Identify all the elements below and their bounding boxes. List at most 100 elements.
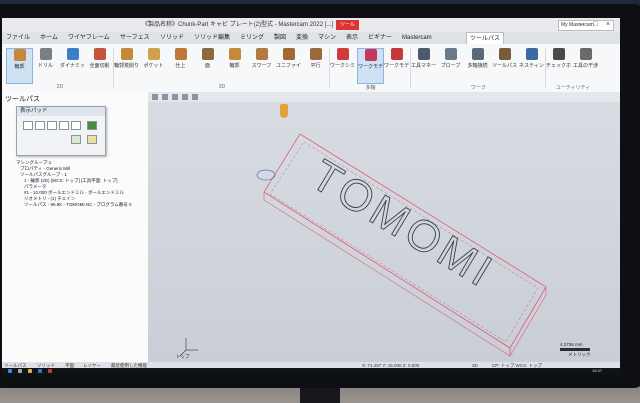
ribbon-button-label: 輪郭 bbox=[14, 64, 25, 70]
dynamic-icon bbox=[66, 48, 79, 60]
ribbon-button-19[interactable]: ネスティング bbox=[519, 48, 544, 82]
pocket-icon bbox=[120, 48, 133, 60]
swarf-icon bbox=[255, 48, 268, 60]
search-icon[interactable] bbox=[18, 369, 22, 373]
ribbon-button-2[interactable]: ダイナミック bbox=[60, 48, 85, 82]
ribbon-button-label: 全面切削 bbox=[89, 63, 110, 69]
regenerate-icon[interactable] bbox=[35, 121, 45, 130]
verify-icon[interactable] bbox=[47, 121, 57, 130]
tab-10[interactable]: 表示 bbox=[346, 32, 358, 44]
drill-icon bbox=[39, 48, 52, 60]
ribbon-button-label: ポケット bbox=[143, 63, 164, 69]
face-icon bbox=[93, 48, 106, 60]
panel-title: ツールパス bbox=[5, 96, 40, 103]
ribbon-button-4[interactable]: 輪郭荒削り bbox=[114, 48, 139, 82]
tab-5[interactable]: ソリッド編集 bbox=[194, 32, 230, 44]
ribbon-button-13[interactable]: ワークモデル bbox=[357, 48, 384, 84]
pocket2-icon bbox=[147, 48, 160, 60]
close-icon[interactable]: × bbox=[606, 21, 614, 29]
ribbon-button-label: ネスティング bbox=[519, 63, 544, 69]
tool-manager-icon bbox=[417, 48, 430, 60]
ribbon-button-11[interactable]: 平行 bbox=[303, 48, 328, 82]
tab-11[interactable]: ビギナー bbox=[368, 32, 392, 44]
ribbon-button-6[interactable]: 仕上 bbox=[168, 48, 193, 82]
backplot-icon[interactable] bbox=[59, 121, 69, 130]
tab-8[interactable]: 変換 bbox=[296, 32, 308, 44]
ribbon-button-17[interactable]: 多軸接続 bbox=[465, 48, 490, 82]
ribbon-button-10[interactable]: ユニファイド bbox=[276, 48, 301, 82]
ribbon-button-15[interactable]: 工具マネージャ bbox=[411, 48, 436, 82]
ribbon-button-7[interactable]: 面 bbox=[195, 48, 220, 82]
ribbon-group-label: 多軸 bbox=[365, 85, 376, 91]
ribbon-button-20[interactable]: チェックホルダ bbox=[546, 48, 571, 82]
select-all-icon[interactable] bbox=[23, 121, 33, 130]
ribbon-group-label: ユーティリティ bbox=[555, 85, 591, 91]
ribbon-button-label: 輪郭 bbox=[229, 63, 240, 69]
probe-icon bbox=[444, 48, 457, 60]
tab-7[interactable]: 製図 bbox=[274, 32, 286, 44]
window-controls: – □ × bbox=[578, 18, 618, 32]
ribbon-button-label: 面 bbox=[204, 63, 210, 69]
toggle-display-icon[interactable] bbox=[87, 121, 97, 130]
stock-model-drawing: TOMOMI bbox=[179, 133, 547, 358]
popup-title: 表示パッド bbox=[17, 107, 105, 116]
tab-0[interactable]: ファイル bbox=[6, 32, 30, 44]
tab-6[interactable]: ミリング bbox=[240, 32, 264, 44]
ribbon-group-label: 2D bbox=[56, 84, 64, 90]
ribbon-toolbar: 輪郭 ドリル ダイナミック全面切削輪郭荒削りポケット 仕上 面 輪郭 スワーフユニファイド 平… bbox=[2, 44, 620, 93]
ribbon-button-0[interactable]: 輪郭 bbox=[6, 48, 33, 84]
checkmark-icon[interactable] bbox=[71, 135, 81, 144]
monitor-bezel: 《製品名称》Chunk-Part キャビ プレート(2)型式 - Masterc… bbox=[0, 4, 640, 388]
tab-1[interactable]: ホーム bbox=[40, 32, 58, 44]
ribbon-button-label: 多軸接続 bbox=[467, 63, 488, 69]
ribbon-separator bbox=[410, 48, 411, 88]
ribbon-button-16[interactable]: プローブ bbox=[438, 48, 463, 82]
unified-icon bbox=[282, 48, 295, 60]
ribbon-button-12[interactable]: ワークシミュレーション bbox=[330, 48, 355, 82]
scale-bar bbox=[560, 348, 590, 351]
ribbon-button-21[interactable]: 工具の干渉 bbox=[573, 48, 598, 82]
view-label: トップ bbox=[176, 354, 190, 359]
lock-icon[interactable] bbox=[87, 135, 97, 144]
origin-marker bbox=[256, 169, 276, 181]
ribbon-button-9[interactable]: スワーフ bbox=[249, 48, 274, 82]
flat-icon bbox=[201, 48, 214, 60]
ribbon-group-label: 3D bbox=[218, 84, 226, 90]
toolpath-manager-panel: ツールパス 表示パッド マシングループ-1 プロパティ - Generic Mil… bbox=[2, 92, 149, 362]
ribbon-button-18[interactable]: ツールパス変換 bbox=[492, 48, 517, 82]
tree-item[interactable]: ツールパス - 96.9K - TOMOMI.NC - プログラム番号 0 bbox=[16, 202, 144, 208]
minimize-icon[interactable]: – bbox=[580, 21, 588, 29]
nesting-icon bbox=[525, 48, 538, 60]
ribbon-button-label: ダイナミック bbox=[60, 63, 85, 69]
ribbon-button-8[interactable]: 輪郭 bbox=[222, 48, 247, 82]
ribbon-button-1[interactable]: ドリル bbox=[33, 48, 58, 82]
contour-icon bbox=[13, 49, 26, 61]
tab-3[interactable]: サーフェス bbox=[120, 32, 150, 44]
ribbon-button-label: スワーフ bbox=[251, 63, 272, 69]
holder-icon bbox=[552, 48, 565, 60]
ribbon-group-label: ワーク bbox=[470, 85, 486, 91]
display-pad-popup[interactable]: 表示パッド bbox=[16, 106, 106, 156]
taskbar-clock: 15:47 bbox=[591, 368, 602, 373]
tab-4[interactable]: ソリッド bbox=[160, 32, 184, 44]
start-icon[interactable] bbox=[8, 369, 12, 373]
ribbon-button-3[interactable]: 全面切削 bbox=[87, 48, 112, 82]
graphics-viewport[interactable]: TOMOMI 4.2736 mm メトリック トップ bbox=[148, 92, 620, 362]
tab-9[interactable]: マシン bbox=[318, 32, 336, 44]
tab-12[interactable]: Mastercam bbox=[402, 32, 432, 44]
ribbon-button-14[interactable]: ワークモデル bbox=[384, 48, 409, 82]
ribbon-separator bbox=[329, 48, 330, 88]
post-icon[interactable] bbox=[71, 121, 81, 130]
application-window: 《製品名称》Chunk-Part キャビ プレート(2)型式 - Masterc… bbox=[2, 18, 620, 374]
windows-taskbar: 15:47 bbox=[2, 368, 620, 374]
mastercam-icon[interactable] bbox=[48, 369, 52, 373]
maximize-icon[interactable]: □ bbox=[593, 21, 601, 29]
folder-icon[interactable] bbox=[28, 369, 32, 373]
ribbon-button-label: 工具の干渉 bbox=[573, 63, 598, 69]
tab-2[interactable]: ワイヤフレーム bbox=[68, 32, 110, 44]
ribbon-button-5[interactable]: ポケット bbox=[141, 48, 166, 82]
transform-icon bbox=[498, 48, 511, 60]
browser-icon[interactable] bbox=[38, 369, 42, 373]
ribbon-tabs: ファイル ホーム ワイヤフレーム サーフェス ソリッド ソリッド編集 ミリング 製図 変換 マシン… bbox=[2, 32, 620, 45]
title-bar: 《製品名称》Chunk-Part キャビ プレート(2)型式 - Masterc… bbox=[2, 18, 620, 32]
